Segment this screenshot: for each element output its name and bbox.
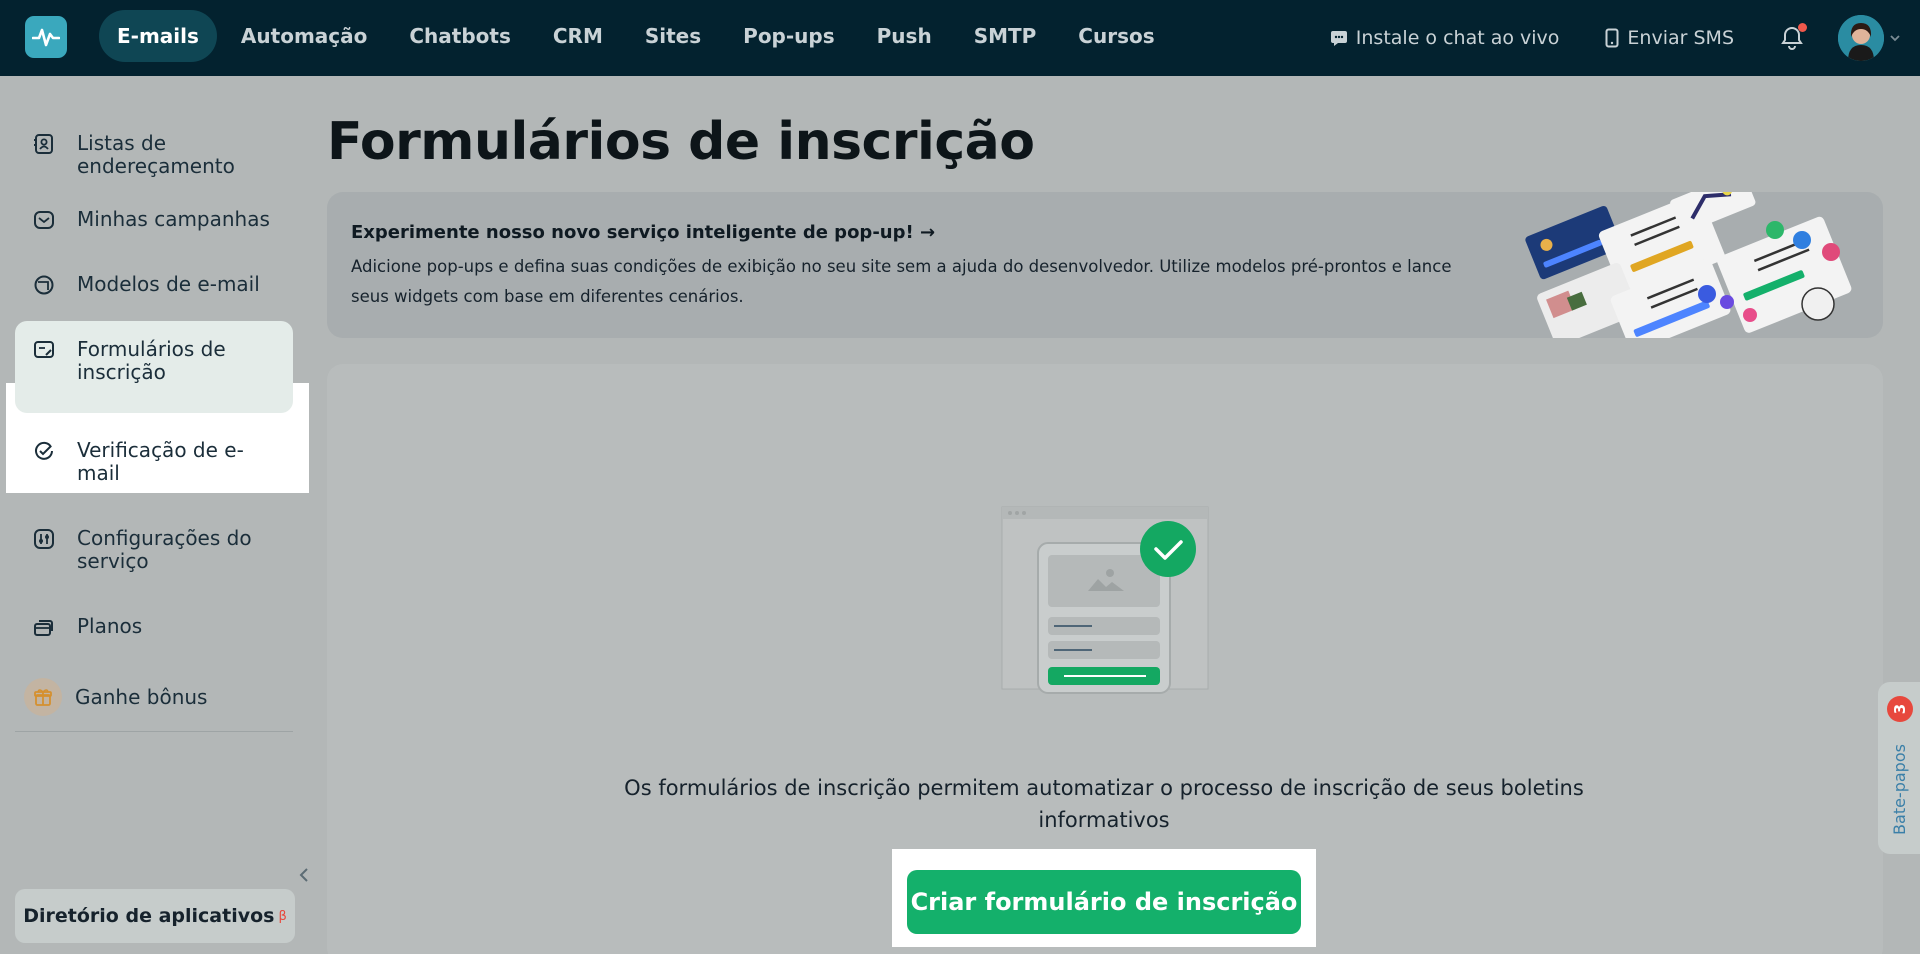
nav-popups[interactable]: Pop-ups xyxy=(725,10,852,62)
nav-sites[interactable]: Sites xyxy=(627,10,719,62)
nav-chatbots[interactable]: Chatbots xyxy=(391,10,529,62)
banner-title-link[interactable]: Experimente nosso novo serviço inteligen… xyxy=(351,222,935,243)
chevron-down-icon xyxy=(1890,35,1900,42)
sidebar-item-subscription-forms[interactable]: Formulários de inscrição xyxy=(15,321,293,413)
sidebar-item-label: Configurações do serviço xyxy=(77,526,252,573)
send-sms-link[interactable]: Enviar SMS xyxy=(1605,27,1734,49)
popup-promo-banner[interactable]: Experimente nosso novo serviço inteligen… xyxy=(327,192,1883,338)
sidebar-item-label: Listas de endereçamento xyxy=(77,131,235,178)
notifications-bell-icon[interactable] xyxy=(1780,23,1807,51)
check-circle-icon xyxy=(31,438,57,464)
top-right-actions: Instale o chat ao vivo Enviar SMS xyxy=(1330,0,1920,76)
chats-tab-label-wrap: Bate-papos xyxy=(1886,734,1912,844)
sidebar-item-service-settings[interactable]: Configurações do serviço xyxy=(15,515,293,585)
avatar xyxy=(1838,15,1884,61)
chats-side-tab[interactable]: 3 Bate-papos xyxy=(1878,682,1920,854)
nav-push[interactable]: Push xyxy=(859,10,950,62)
nav-courses[interactable]: Cursos xyxy=(1060,10,1172,62)
chat-bubble-icon xyxy=(1330,31,1347,46)
bonus-label: Ganhe bônus xyxy=(75,684,208,709)
live-chat-label: Instale o chat ao vivo xyxy=(1355,27,1560,49)
chats-tab-label: Bate-papos xyxy=(1889,743,1909,835)
contacts-icon xyxy=(31,131,57,157)
sidebar-item-label: Minhas campanhas xyxy=(77,207,270,231)
chats-count-badge: 3 xyxy=(1887,696,1913,722)
campaign-icon xyxy=(31,207,57,233)
page-title: Formulários de inscrição xyxy=(327,112,1035,172)
sidebar: Listas de endereçamento Minhas campanhas… xyxy=(0,76,309,954)
live-chat-link[interactable]: Instale o chat ao vivo xyxy=(1330,27,1560,49)
sidebar-divider xyxy=(15,731,293,732)
nav-smtp[interactable]: SMTP xyxy=(956,10,1055,62)
popup-illustration xyxy=(1505,192,1875,338)
send-sms-label: Enviar SMS xyxy=(1627,27,1734,49)
nav-crm[interactable]: CRM xyxy=(535,10,621,62)
form-icon xyxy=(31,337,57,363)
app-logo-icon[interactable] xyxy=(25,16,67,58)
nav-automation[interactable]: Automação xyxy=(223,10,385,62)
gift-icon xyxy=(24,678,62,716)
phone-icon xyxy=(1605,28,1619,48)
settings-sliders-icon xyxy=(31,526,57,552)
top-navigation-bar: E-mails Automação Chatbots CRM Sites Pop… xyxy=(0,0,1920,76)
sidebar-item-email-templates[interactable]: Modelos de e-mail xyxy=(15,261,293,310)
sidebar-item-label: Formulários de inscrição xyxy=(77,337,226,384)
sidebar-item-label: Planos xyxy=(77,614,143,638)
template-icon xyxy=(31,272,57,298)
app-directory-button[interactable]: Diretório de aplicativos β xyxy=(15,889,295,943)
app-directory-label: Diretório de aplicativos xyxy=(23,905,275,927)
sidebar-item-earn-bonus[interactable]: Ganhe bônus xyxy=(15,666,293,728)
sidebar-item-my-campaigns[interactable]: Minhas campanhas xyxy=(15,196,293,245)
plans-icon xyxy=(31,614,57,640)
sidebar-item-label: Verificação de e-mail xyxy=(77,438,244,485)
sidebar-item-mailing-lists[interactable]: Listas de endereçamento xyxy=(15,120,293,190)
sidebar-item-plans[interactable]: Planos xyxy=(15,603,293,652)
beta-badge: β xyxy=(278,908,287,924)
user-menu[interactable] xyxy=(1838,15,1902,61)
sidebar-item-email-verification[interactable]: Verificação de e-mail xyxy=(15,427,293,497)
create-subscription-form-button[interactable]: Criar formulário de inscrição xyxy=(907,870,1301,934)
main-nav: E-mails Automação Chatbots CRM Sites Pop… xyxy=(99,10,1179,62)
banner-text: Adicione pop-ups e defina suas condições… xyxy=(351,257,1452,306)
empty-state-description: Os formulários de inscrição permitem aut… xyxy=(624,776,1584,832)
collapse-sidebar-icon[interactable] xyxy=(296,866,314,884)
sidebar-item-label: Modelos de e-mail xyxy=(77,272,260,296)
form-illustration xyxy=(1000,505,1210,705)
nav-emails[interactable]: E-mails xyxy=(99,10,217,62)
notification-dot xyxy=(1798,23,1807,32)
